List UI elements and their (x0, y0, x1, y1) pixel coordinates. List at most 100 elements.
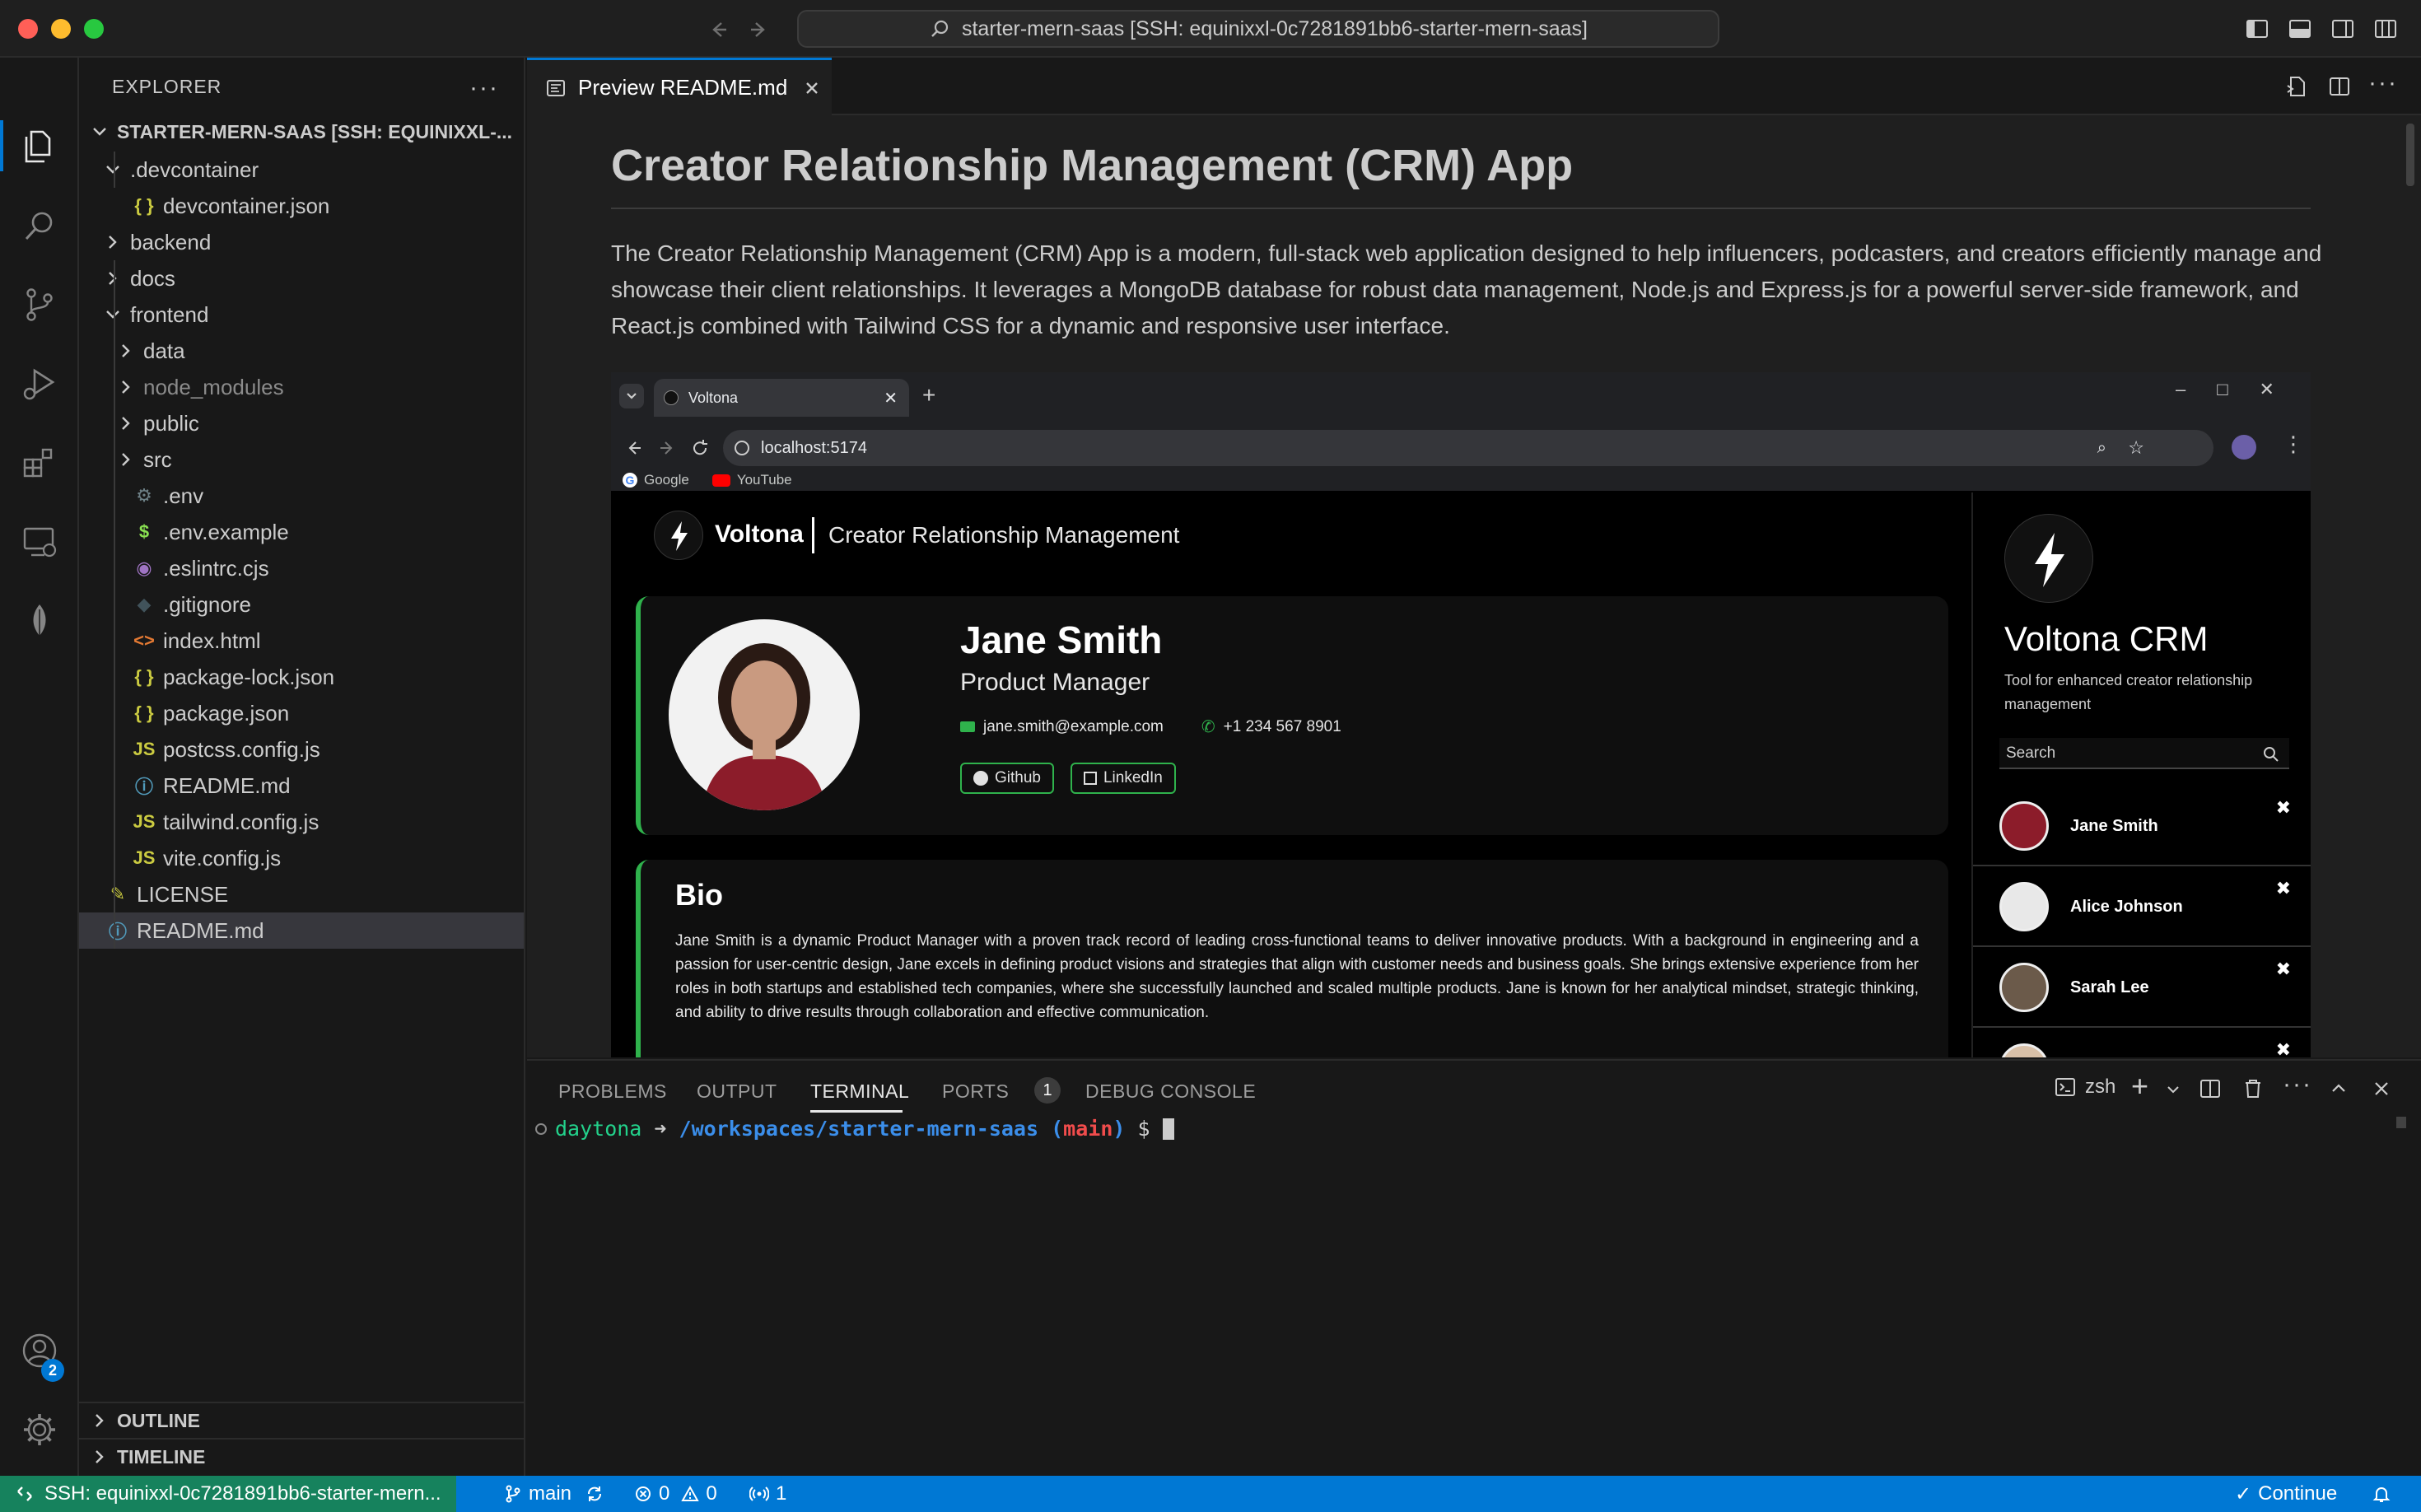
editor-scrollbar[interactable] (2401, 115, 2419, 1057)
tree-item-label: vite.config.js (163, 845, 282, 870)
tree-item[interactable]: JS postcss.config.js (79, 731, 524, 768)
trash-icon[interactable] (2241, 1077, 2265, 1100)
tree-item[interactable]: ⓘ README.md (79, 768, 524, 804)
reload-icon (693, 440, 707, 455)
github-label: Github (995, 769, 1041, 786)
js-icon: JS (133, 847, 156, 868)
crm-subtitle: Tool for enhanced creator relationship m… (2004, 672, 2253, 712)
tree-item[interactable]: node_modules (79, 369, 524, 405)
source-control-icon[interactable] (20, 285, 59, 324)
zoom-window-button[interactable] (84, 19, 104, 39)
tree-item[interactable]: src (79, 441, 524, 478)
timeline-section[interactable]: TIMELINE (79, 1438, 524, 1474)
tree-item[interactable]: JS tailwind.config.js (79, 804, 524, 840)
new-terminal-icon[interactable]: + (2131, 1069, 2148, 1104)
tree-item[interactable]: JS vite.config.js (79, 840, 524, 876)
gear-icon[interactable] (20, 1410, 59, 1449)
chevron-right-icon (96, 1450, 104, 1463)
mongodb-leaf-icon[interactable] (20, 601, 59, 641)
close-icon[interactable] (2372, 1079, 2391, 1099)
remote-indicator[interactable]: SSH: equinixxl-0c7281891bb6-starter-mern… (0, 1476, 456, 1512)
extensions-icon[interactable] (20, 443, 59, 483)
split-terminal-icon[interactable] (2199, 1077, 2222, 1100)
branch-indicator[interactable]: main (504, 1476, 604, 1512)
app-screenshot-image: Voltona ✕ + –□✕ localhost:5174 ⌕ ☆ ⋮ G G… (611, 372, 2311, 1057)
tab-preview-readme[interactable]: Preview README.md (527, 58, 832, 115)
tree-item[interactable]: ⚙ .env (79, 478, 524, 514)
workspace-root[interactable]: STARTER-MERN-SAAS [SSH: EQUINIXXL-... (79, 114, 524, 150)
tab-terminal[interactable]: TERMINAL (810, 1080, 909, 1103)
scrollbar-thumb[interactable] (2406, 124, 2414, 186)
profile-email-row: jane.smith@example.com ✆ +1 234 567 8901 (960, 716, 1341, 737)
bio-title: Bio (675, 878, 723, 912)
toggle-primary-sidebar-icon[interactable] (2245, 16, 2269, 41)
terminal-prompt[interactable]: daytona ➜ /workspaces/starter-mern-saas … (535, 1117, 1174, 1141)
chevron-right-icon (122, 417, 130, 430)
tree-item-label: node_modules (143, 374, 284, 399)
customize-layout-icon[interactable] (2373, 16, 2398, 41)
split-editor-icon[interactable] (2327, 74, 2352, 99)
outline-section[interactable]: OUTLINE (79, 1402, 524, 1438)
tree-item[interactable]: frontend (79, 296, 524, 333)
back-arrow-icon[interactable] (707, 18, 730, 41)
forward-arrow-icon[interactable] (748, 18, 771, 41)
tree-item-label: LICENSE (137, 881, 229, 907)
tree-item[interactable]: ◉ .eslintrc.cjs (79, 550, 524, 586)
terminal-scrollbar[interactable] (2396, 1117, 2406, 1128)
continue-indicator[interactable]: ✓ Continue (2235, 1476, 2337, 1512)
toggle-secondary-sidebar-icon[interactable] (2330, 16, 2355, 41)
ports-indicator[interactable]: 1 (749, 1476, 786, 1512)
prompt-branch-close: ) (1113, 1117, 1126, 1141)
timeline-label: TIMELINE (117, 1445, 206, 1468)
minimize-window-button[interactable] (51, 19, 71, 39)
crm-sidebar: Voltona CRM Tool for enhanced creator re… (1971, 492, 2311, 1057)
profile-name: Jane Smith (960, 618, 1163, 661)
problems-indicator[interactable]: 0 0 (634, 1476, 717, 1512)
run-debug-icon[interactable] (20, 364, 59, 404)
command-center[interactable]: starter-mern-saas [SSH: equinixxl-0c7281… (797, 10, 1719, 48)
linkedin-icon (1083, 772, 1097, 785)
tree-item[interactable]: { } package.json (79, 695, 524, 731)
terminal-profile[interactable]: zsh (2054, 1076, 2115, 1099)
more-actions-icon[interactable]: ··· (469, 74, 499, 102)
tree-item[interactable]: data (79, 333, 524, 369)
tab-output[interactable]: OUTPUT (697, 1080, 777, 1103)
chevron-up-icon[interactable] (2329, 1079, 2349, 1099)
tab-ports[interactable]: PORTS (942, 1080, 1009, 1103)
tree-item[interactable]: .devcontainer (79, 152, 524, 188)
activity-bar: 2 (0, 58, 79, 1476)
tree-item[interactable]: $ .env.example (79, 514, 524, 550)
heading-divider (611, 208, 2311, 209)
crm-person-name: Sarah Lee (2070, 978, 2149, 996)
more-actions-icon[interactable]: ··· (2368, 69, 2398, 97)
chevron-down-icon[interactable] (2166, 1082, 2181, 1097)
close-icon[interactable] (802, 78, 822, 98)
sync-icon[interactable] (585, 1484, 604, 1504)
tree-item[interactable]: { } devcontainer.json (79, 188, 524, 224)
tab-debug-console[interactable]: DEBUG CONSOLE (1085, 1080, 1256, 1103)
tree-item[interactable]: backend (79, 224, 524, 260)
bio-card: Bio Jane Smith is a dynamic Product Mana… (636, 860, 1948, 1057)
explorer-icon[interactable] (20, 127, 59, 166)
tree-item[interactable]: docs (79, 260, 524, 296)
tree-item[interactable]: ◆ .gitignore (79, 586, 524, 623)
tree-item-label: .env (163, 483, 204, 508)
chevron-right-icon (109, 236, 117, 249)
prompt-branch-open: ( (1051, 1117, 1064, 1141)
crm-person-item: Sarah Lee ✖ (1973, 949, 2311, 1028)
tree-item[interactable]: <> index.html (79, 623, 524, 659)
remote-explorer-icon[interactable] (20, 522, 59, 562)
search-icon[interactable] (20, 206, 59, 245)
linkedin-label: LinkedIn (1103, 769, 1163, 786)
bell-icon[interactable] (2372, 1484, 2391, 1504)
tree-item[interactable]: public (79, 405, 524, 441)
more-actions-icon[interactable]: ··· (2283, 1071, 2312, 1099)
js-icon: JS (133, 739, 156, 759)
tree-item[interactable]: ⓘ README.md (79, 912, 524, 949)
tree-item[interactable]: { } package-lock.json (79, 659, 524, 695)
tab-problems[interactable]: PROBLEMS (558, 1080, 667, 1103)
tree-item[interactable]: ✎ LICENSE (79, 876, 524, 912)
toggle-panel-icon[interactable] (2288, 16, 2312, 41)
open-source-icon[interactable] (2284, 74, 2309, 99)
close-window-button[interactable] (18, 19, 38, 39)
